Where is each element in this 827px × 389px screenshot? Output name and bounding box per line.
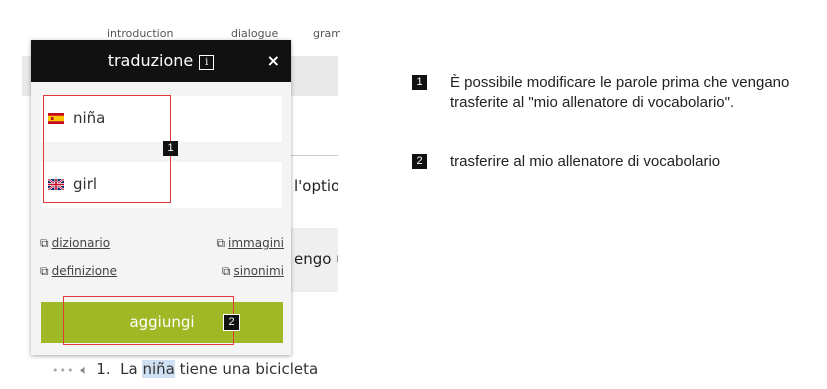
more-options-icon[interactable]: ••• (52, 364, 74, 377)
external-link-icon: ⧉ (216, 236, 226, 250)
marker-1: 1 (163, 141, 178, 156)
background-text: l'optio (294, 177, 338, 195)
definition-label: definizione (51, 264, 118, 278)
dictionary-link[interactable]: ⧉ dizionario (40, 236, 110, 251)
background-text: engo u (294, 250, 338, 268)
external-link-icon: ⧉ (40, 236, 49, 250)
external-link-icon: ⧉ (221, 264, 231, 278)
note-number: 2 (412, 154, 427, 169)
dictionary-label: dizionario (51, 236, 111, 250)
example-sentence: ••• 🔈︎ 1. La niña tiene una bicicleta (52, 360, 338, 378)
note-number: 1 (412, 75, 427, 90)
synonyms-label: sinonimi (233, 264, 285, 278)
divider (290, 155, 338, 156)
marker-2: 2 (223, 314, 240, 331)
note-text: trasferire al mio allenatore di vocabola… (450, 153, 721, 170)
tab-grammar[interactable]: gram (313, 27, 340, 40)
note-2: 2 trasferire al mio allenatore di vocabo… (412, 152, 812, 172)
close-icon[interactable]: × (267, 51, 280, 70)
images-link[interactable]: ⧉ immagini (216, 236, 284, 251)
highlighted-word[interactable]: niña (142, 360, 175, 378)
sentence-before: La (120, 360, 143, 378)
popup-title-text: traduzione (107, 51, 194, 70)
info-icon[interactable]: i (199, 55, 215, 70)
definition-link[interactable]: ⧉ definizione (40, 264, 117, 279)
synonyms-link[interactable]: ⧉ sinonimi (222, 264, 284, 279)
reference-links: ⧉ dizionario ⧉ immagini ⧉ definizione ⧉ sino… (40, 236, 284, 286)
note-1: 1 È possibile modificare le parole prima… (412, 73, 792, 111)
tab-introduction[interactable]: introduction (107, 27, 173, 40)
images-label: immagini (228, 236, 284, 250)
popup-title: traduzione i (31, 51, 291, 70)
tab-dialogue[interactable]: dialogue (231, 27, 278, 40)
annotation-box-1 (43, 95, 171, 203)
speaker-icon[interactable]: 🔈︎ (80, 363, 88, 378)
external-link-icon: ⧉ (40, 264, 49, 278)
note-text: È possibile modificare le parole prima c… (450, 74, 790, 111)
popup-header: traduzione i × (31, 40, 291, 82)
annotation-box-2 (63, 296, 234, 345)
sentence-after: tiene una bicicleta (174, 360, 319, 378)
sentence-number: 1. (96, 360, 111, 378)
